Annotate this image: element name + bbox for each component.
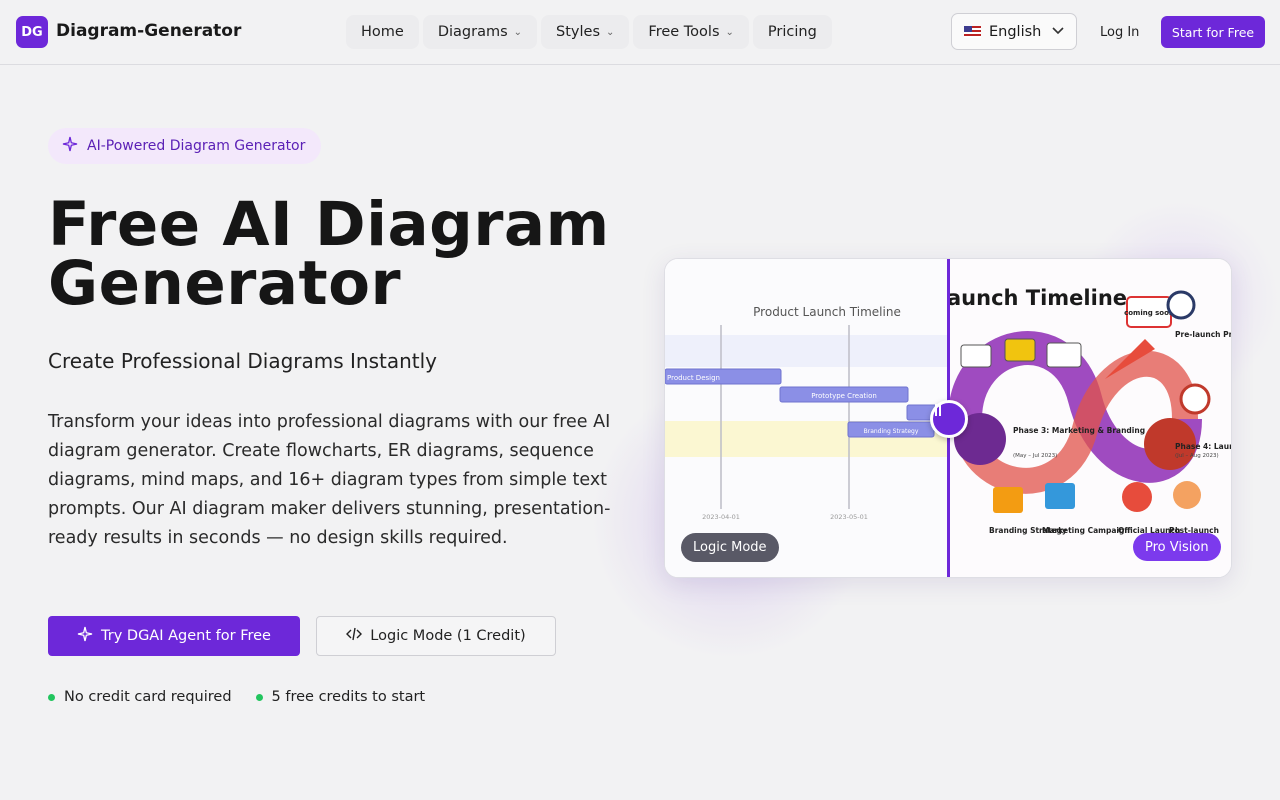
sparkles-icon [62,136,78,156]
main-nav: Home Diagrams ⌄ Styles ⌄ Free Tools ⌄ Prici… [346,15,832,49]
phase-label: Phase 3: Marketing & Branding [1013,426,1145,435]
language-label: English [989,23,1042,40]
logic-mode-tag: Logic Mode [681,533,779,562]
perk-label: 5 free credits to start [271,689,426,705]
nav-free-tools[interactable]: Free Tools ⌄ [633,15,749,49]
chevron-down-icon: ⌄ [725,26,734,38]
logic-mode-button[interactable]: Logic Mode (1 Credit) [316,616,556,656]
us-flag-icon [964,25,981,38]
status-dot-icon [48,693,55,701]
left-diagram-title: Product Launch Timeline [753,305,901,319]
page-title: Free AI Diagram Generator [48,194,648,314]
phase-note: (May – Jul 2023) [1013,453,1057,459]
nav-free-tools-label: Free Tools [648,24,720,40]
nav-styles-label: Styles [556,24,601,40]
logo-badge[interactable]: DG [16,16,48,48]
chevron-down-icon: ⌄ [513,26,523,38]
chevron-down-icon [1052,25,1064,38]
nav-home-label: Home [361,24,404,40]
gantt-bar-label: Prototype Creation [811,392,877,400]
coming-soon-label: coming soon [1124,309,1174,317]
right-diagram-title: aunch Timeline [947,286,1127,310]
title-line-2: Generator [48,248,402,319]
phase-label: Phase 4: Launch & Support [1175,442,1232,451]
comparison-slider[interactable]: Product Launch Timeline Product Design P… [664,258,1232,578]
logic-mode-label: Logic Mode (1 Credit) [370,628,526,644]
phase-note: (Jul – Aug 2023) [1175,453,1219,459]
nav-home[interactable]: Home [346,15,419,49]
ai-badge-label: AI-Powered Diagram Generator [87,138,306,154]
brand-name[interactable]: Diagram-Generator [56,21,241,41]
phase-label: Pre-launch Promotion [1175,330,1232,339]
nav-pricing[interactable]: Pricing [752,15,832,49]
hero-description: Transform your ideas into professional d… [48,412,611,548]
gantt-bar-label: Product Design [667,374,720,382]
hero-subtitle: Create Professional Diagrams Instantly [48,349,438,373]
try-agent-label: Try DGAI Agent for Free [101,628,271,644]
perk-item: 5 free credits to start [255,689,426,705]
slider-handle[interactable] [930,400,968,438]
perk-label: No credit card required [64,689,232,705]
nav-styles[interactable]: Styles ⌄ [541,15,630,49]
date-label: 2023-04-01 [702,513,740,521]
status-dot-icon [255,693,263,701]
gantt-bar-label: Branding Strategy [864,428,919,435]
code-icon [346,627,363,645]
ai-badge: AI-Powered Diagram Generator [48,128,322,164]
start-free-button[interactable]: Start for Free [1161,16,1265,48]
date-label: 2023-05-01 [830,513,868,521]
nav-diagrams[interactable]: Diagrams ⌄ [422,15,538,49]
language-select[interactable]: English [951,13,1077,50]
nav-diagrams-label: Diagrams [437,24,508,40]
perks-list: No credit card required 5 free credits t… [48,689,425,705]
nav-pricing-label: Pricing [767,24,817,40]
login-link[interactable]: Log In [1090,16,1149,48]
site-header: DG Diagram-Generator Home Diagrams ⌄ Styl… [0,0,1280,65]
bottom-label: Marketing Campaign [1042,526,1130,535]
try-agent-button[interactable]: Try DGAI Agent for Free [48,616,300,656]
sparkles-icon [77,626,93,646]
pro-vision-tag: Pro Vision [1133,533,1221,561]
perk-item: No credit card required [48,689,232,705]
chevron-down-icon: ⌄ [606,26,615,38]
